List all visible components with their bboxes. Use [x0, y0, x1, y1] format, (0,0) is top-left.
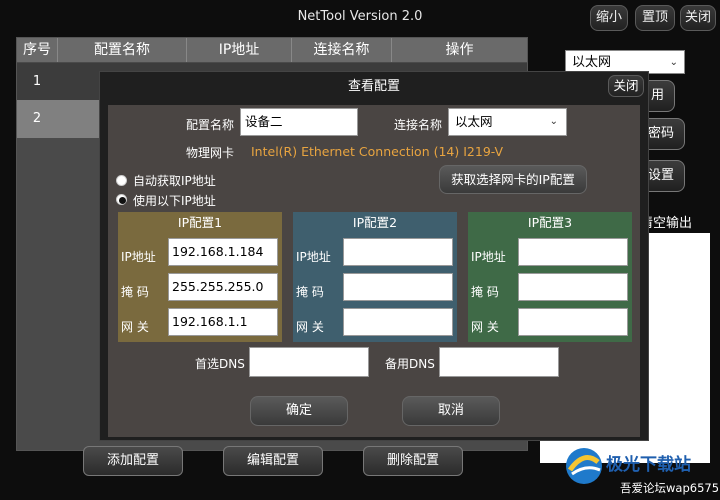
column-header-index: 序号 — [17, 38, 58, 62]
connection-name-value: 以太网 — [455, 114, 493, 129]
column-header-ip: IP地址 — [187, 38, 292, 62]
mask-label: 掩 码 — [121, 285, 149, 299]
adapter-select-value: 以太网 — [572, 55, 612, 70]
primary-dns-input[interactable] — [249, 347, 369, 377]
watermark-caption: 吾爱论坛wap6575 — [620, 481, 720, 495]
cancel-button[interactable]: 取消 — [402, 396, 500, 426]
column-header-connection: 连接名称 — [292, 38, 392, 62]
gateway-input[interactable] — [343, 308, 453, 336]
gateway-label: 网 关 — [471, 320, 499, 334]
static-ip-label[interactable]: 使用以下IP地址 — [133, 192, 216, 209]
panel-title: IP配置3 — [527, 215, 573, 230]
mask-input[interactable] — [343, 273, 453, 301]
mask-input[interactable] — [518, 273, 628, 301]
row-index: 1 — [32, 74, 42, 89]
config-name-input[interactable]: 设备二 — [240, 108, 358, 136]
panel-title: IP配置1 — [177, 215, 223, 230]
gateway-label: 网 关 — [296, 320, 324, 334]
primary-dns-label: 首选DNS — [195, 357, 245, 371]
column-header-actions: 操作 — [392, 38, 527, 62]
ip-label: IP地址 — [121, 250, 156, 264]
watermark-brand: 极光下载站 — [606, 455, 691, 475]
dialog-body: 配置名称 设备二 连接名称 以太网 ⌄ 物理网卡 Intel(R) Ethern… — [108, 105, 640, 437]
fetch-adapter-ip-button[interactable]: 获取选择网卡的IP配置 — [439, 165, 587, 194]
adapter-value: Intel(R) Ethernet Connection (14) I219-V — [251, 144, 504, 159]
clear-output-button[interactable]: 清空输出 — [640, 213, 710, 235]
column-header-config-name: 配置名称 — [58, 38, 187, 62]
secondary-dns-label: 备用DNS — [385, 357, 435, 371]
connection-name-label: 连接名称 — [394, 118, 443, 132]
ip-label: IP地址 — [296, 250, 331, 264]
pin-top-button[interactable]: 置顶 — [635, 5, 675, 31]
chevron-down-icon: ⌄ — [669, 57, 678, 68]
adapter-label: 物理网卡 — [186, 146, 235, 160]
dialog-title: 查看配置 — [347, 79, 400, 94]
panel-title: IP配置2 — [352, 215, 398, 230]
auto-ip-radio[interactable] — [116, 175, 127, 186]
ip-label: IP地址 — [471, 250, 506, 264]
gateway-label: 网 关 — [121, 320, 149, 334]
mask-input[interactable]: 255.255.255.0 — [168, 273, 278, 301]
row-index: 2 — [32, 111, 42, 126]
delete-config-button[interactable]: 删除配置 — [363, 446, 463, 476]
edit-config-button[interactable]: 编辑配置 — [223, 446, 323, 476]
ip-config-panel-3: IP配置3 IP地址 掩 码 网 关 — [468, 212, 632, 342]
watermark: 极光下载站 吾爱论坛wap6575 — [560, 440, 720, 500]
mask-label: 掩 码 — [296, 285, 324, 299]
secondary-dns-input[interactable] — [439, 347, 559, 377]
watermark-logo-icon — [566, 448, 602, 484]
config-name-label: 配置名称 — [186, 118, 235, 132]
ip-input[interactable]: 192.168.1.184 — [168, 238, 278, 266]
view-config-dialog: 查看配置 关闭 配置名称 设备二 连接名称 以太网 ⌄ 物理网卡 Intel(R… — [99, 71, 649, 441]
connection-name-select[interactable]: 以太网 ⌄ — [448, 108, 567, 136]
auto-ip-label[interactable]: 自动获取IP地址 — [133, 172, 216, 189]
gateway-input[interactable]: 192.168.1.1 — [168, 308, 278, 336]
ip-config-panel-1: IP配置1 IP地址 192.168.1.184 掩 码 255.255.255… — [118, 212, 282, 342]
gateway-input[interactable] — [518, 308, 628, 336]
mask-label: 掩 码 — [471, 285, 499, 299]
dialog-close-button[interactable]: 关闭 — [608, 75, 644, 97]
static-ip-radio[interactable] — [116, 194, 127, 205]
minimize-button[interactable]: 缩小 — [590, 5, 628, 31]
ip-config-panel-2: IP配置2 IP地址 掩 码 网 关 — [293, 212, 457, 342]
ip-input[interactable] — [518, 238, 628, 266]
close-button[interactable]: 关闭 — [680, 5, 716, 31]
ip-input[interactable] — [343, 238, 453, 266]
add-config-button[interactable]: 添加配置 — [83, 446, 183, 476]
ok-button[interactable]: 确定 — [250, 396, 348, 426]
chevron-down-icon: ⌄ — [549, 116, 558, 127]
